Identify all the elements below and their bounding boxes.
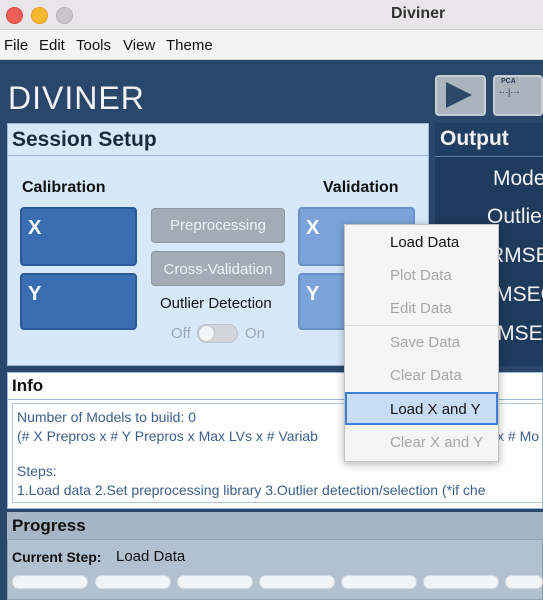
zoom-window-button[interactable] bbox=[56, 7, 73, 24]
title-bar bbox=[0, 0, 543, 30]
toggle-off-label: Off bbox=[171, 325, 191, 342]
progress-step-5 bbox=[341, 575, 417, 589]
progress-step-7 bbox=[505, 575, 543, 589]
pca-label: PCA bbox=[501, 78, 516, 85]
window-title: Diviner bbox=[391, 5, 446, 22]
calibration-label: Calibration bbox=[22, 179, 106, 196]
info-line-models: Number of Models to build: 0 bbox=[17, 409, 196, 425]
info-line-formula-end: x # Mo bbox=[497, 428, 540, 444]
progress-step-3 bbox=[177, 575, 253, 589]
menu-load-data[interactable]: Load Data bbox=[345, 234, 498, 251]
menu-theme[interactable]: Theme bbox=[166, 37, 213, 54]
menu-edit-data[interactable]: Edit Data bbox=[345, 300, 498, 317]
progress-header bbox=[7, 512, 543, 540]
toggle-knob bbox=[198, 325, 215, 342]
app-logo: DIVINER bbox=[8, 80, 145, 116]
menu-plot-data[interactable]: Plot Data bbox=[345, 267, 498, 284]
info-title: Info bbox=[12, 376, 44, 395]
current-step-value: Load Data bbox=[116, 548, 186, 565]
calibration-y-button[interactable]: Y bbox=[20, 273, 137, 330]
minimize-window-button[interactable] bbox=[31, 7, 48, 24]
menu-save-data[interactable]: Save Data bbox=[345, 334, 498, 351]
toggle-on-label: On bbox=[245, 325, 266, 342]
preprocessing-button[interactable]: Preprocessing bbox=[151, 208, 285, 243]
calibration-x-button[interactable]: X bbox=[20, 207, 137, 266]
menu-tools[interactable]: Tools bbox=[76, 37, 111, 54]
context-menu-separator bbox=[345, 325, 498, 326]
current-step-label: Current Step: bbox=[12, 549, 102, 565]
output-item-models[interactable]: Mode bbox=[493, 167, 543, 191]
cross-validation-button[interactable]: Cross-Validation bbox=[151, 251, 285, 286]
progress-step-1 bbox=[12, 575, 88, 589]
session-setup-title: Session Setup bbox=[12, 128, 157, 151]
info-line-steps: 1.Load data 2.Set preprocessing library … bbox=[17, 482, 486, 498]
progress-step-6 bbox=[423, 575, 499, 589]
output-title: Output bbox=[440, 127, 509, 150]
menu-clear-x-and-y[interactable]: Clear X and Y bbox=[345, 434, 498, 451]
menu-load-x-and-y[interactable]: Load X and Y bbox=[345, 401, 498, 418]
info-line-steps-label: Steps: bbox=[17, 463, 57, 479]
close-window-button[interactable] bbox=[6, 7, 23, 24]
menu-bar: File Edit Tools View Theme bbox=[0, 30, 543, 60]
menu-clear-data[interactable]: Clear Data bbox=[345, 367, 498, 384]
play-icon bbox=[446, 82, 472, 108]
pca-icon: -··|··- bbox=[499, 87, 520, 97]
progress-step-4 bbox=[259, 575, 335, 589]
outlier-detection-label: Outlier Detection bbox=[160, 295, 272, 312]
info-line-formula: (# X Prepros x # Y Prepros x Max LVs x #… bbox=[17, 428, 318, 444]
menu-view[interactable]: View bbox=[123, 37, 155, 54]
progress-title: Progress bbox=[12, 516, 86, 535]
progress-step-2 bbox=[95, 575, 171, 589]
menu-edit[interactable]: Edit bbox=[39, 37, 65, 54]
validation-label: Validation bbox=[323, 179, 399, 196]
menu-file[interactable]: File bbox=[4, 37, 28, 54]
